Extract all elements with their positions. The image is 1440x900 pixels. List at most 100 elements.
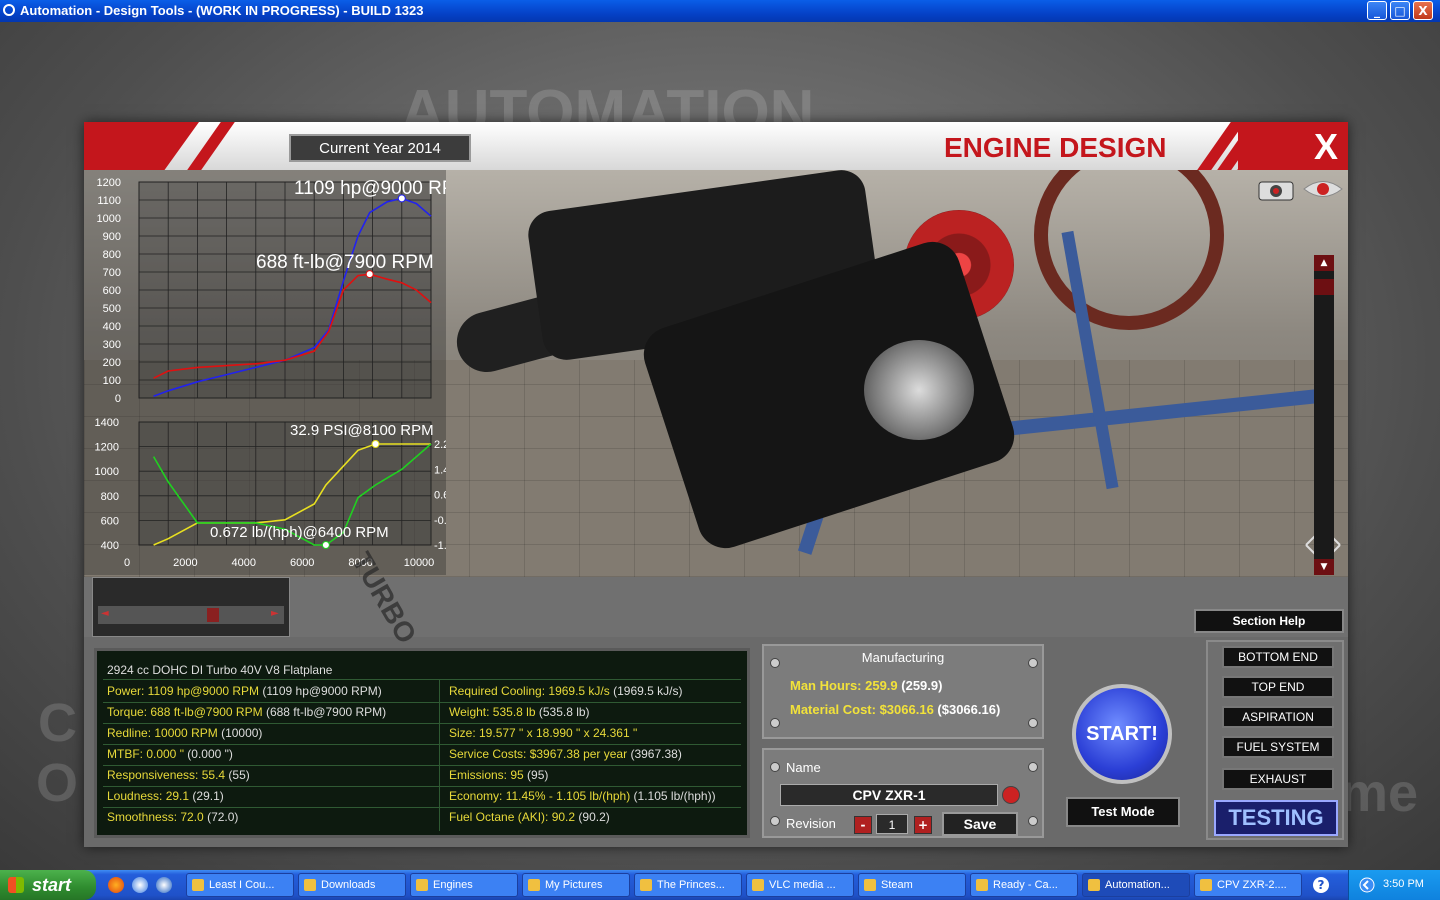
stat-row-right: Service Costs: $3967.38 per year (3967.3… [449,747,682,761]
divider [103,723,741,724]
taskbar-item[interactable]: Steam [858,873,966,897]
taskbar-item[interactable]: VLC media ... [746,873,854,897]
revision-value: 1 [876,814,908,834]
save-button[interactable]: Save [942,812,1018,836]
engine-stats-panel: 2924 cc DOHC DI Turbo 40V V8 Flatplane P… [94,648,750,838]
eye-icon[interactable] [1302,176,1344,202]
taskbar-item-label: The Princes... [657,879,725,891]
dyno-chart-panel: 1200 1100 1000 900 800 700 600 500 400 300 200 100 0… [84,170,471,575]
slider-track[interactable] [98,606,284,624]
section-fuel-system[interactable]: FUEL SYSTEM [1222,736,1334,758]
y-tick-label-left: 800 [101,491,119,503]
maximize-button[interactable]: □ [1390,1,1410,20]
slider-knob[interactable] [207,608,219,622]
test-mode-button[interactable]: Test Mode [1066,797,1180,827]
y-tick-label: 1000 [97,213,121,225]
taskbar-item[interactable]: Ready - Ca... [970,873,1078,897]
stat-label: Smoothness: 72.0 [107,810,204,824]
zoom-thumb[interactable] [1314,279,1334,295]
turbocharger [864,340,974,440]
stat-label: Loudness: 29.1 [107,789,190,803]
taskbar-item[interactable]: Downloads [298,873,406,897]
x-tick-label: 4000 [232,557,256,569]
x-tick-label: 2000 [173,557,197,569]
bolt-icon [1028,816,1038,826]
slider-right-arrow[interactable]: ► [271,608,279,619]
window-titlebar[interactable]: Automation - Design Tools - (WORK IN PRO… [0,0,1440,22]
dyno-charts: 1200110010009008007006005004003002001000… [95,177,471,569]
taskbar-item[interactable]: My Pictures [522,873,630,897]
section-aspiration[interactable]: ASPIRATION [1222,706,1334,728]
bolt-icon [1028,718,1038,728]
stat-label: Service Costs: $3967.38 per year [449,747,628,761]
stat-row-left: Responsiveness: 55.4 (55) [107,768,250,782]
bolt-icon [770,658,780,668]
window-title: Automation - Design Tools - (WORK IN PRO… [20,3,424,18]
ie-icon[interactable] [132,877,148,893]
taskbar-item[interactable]: Engines [410,873,518,897]
zoom-up-arrow[interactable]: ▲ [1314,255,1334,271]
taskbar-item-label: Engines [433,879,473,891]
section-top-end[interactable]: TOP END [1222,676,1334,698]
y-tick-label-left: 1400 [95,417,119,429]
stat-value: (688 ft-lb@7900 RPM) [262,705,387,719]
stat-label: Economy: 11.45% - 1.105 lb/(hph) [449,789,631,803]
taskbar-item[interactable]: CPV ZXR-2.... [1194,873,1302,897]
taskbar-item[interactable]: The Princes... [634,873,742,897]
revision-decrement-button[interactable]: - [854,816,872,834]
taskbar-item-label: My Pictures [545,879,603,891]
economy-peak-annotation: 0.672 lb/(hph)@6400 RPM [210,524,389,541]
stat-row-right: Fuel Octane (AKI): 90.2 (90.2) [449,810,610,824]
section-nav: BOTTOM END TOP END ASPIRATION FUEL SYSTE… [1206,640,1344,840]
clear-name-button[interactable] [1002,786,1020,804]
control-strip: ◄ ► [84,577,1348,637]
revision-increment-button[interactable]: + [914,816,932,834]
stat-value: (0.000 ") [183,747,233,761]
y-tick-label: 900 [103,231,121,243]
help-icon[interactable]: ? [1313,877,1329,893]
task-app-icon [1088,879,1100,891]
stat-label: Responsiveness: 55.4 [107,768,226,782]
watermark-left-bottom: O [36,753,79,813]
section-exhaust[interactable]: EXHAUST [1222,768,1334,790]
x-tick-label: 10000 [404,557,435,569]
stat-label: Size: 19.577 " x 18.990 " x 24.361 " [449,726,638,740]
task-app-icon [304,879,316,891]
y-tick-label: 100 [103,375,121,387]
stat-row-left: Power: 1109 hp@9000 RPM (1109 hp@9000 RP… [107,684,382,698]
taskbar: start Least I Cou... Downloads Engines My P… [0,870,1440,900]
engine-name-input[interactable] [780,784,998,806]
start-button[interactable]: START! [1072,684,1172,784]
camera-icon[interactable] [1256,176,1296,202]
setting-slider[interactable]: ◄ ► [92,577,290,637]
watermark-right: me [1340,763,1419,823]
y-tick-label: 300 [103,339,121,351]
y-tick-label-left: 400 [101,540,119,552]
stat-value: (10000) [217,726,263,740]
slider-left-arrow[interactable]: ◄ [101,608,109,619]
stat-value: (3967.38) [627,747,682,761]
engine-design-panel: Current Year 2014 ENGINE DESIGN X ▲ ▼ 12… [84,122,1348,847]
taskbar-item-label: Least I Cou... [209,879,275,891]
stat-value: (90.2) [575,810,610,824]
y-tick-label-left: 1200 [95,442,119,454]
media-player-icon[interactable] [156,877,172,893]
section-testing[interactable]: TESTING [1214,800,1338,836]
taskbar-item[interactable]: Least I Cou... [186,873,294,897]
minimize-button[interactable]: _ [1367,1,1387,20]
y-tick-label: 1200 [97,177,121,189]
tray-arrow-icon[interactable] [1359,877,1375,893]
start-menu-button[interactable]: start [0,870,96,900]
zoom-scrollbar[interactable]: ▲ ▼ [1314,255,1334,575]
section-help-button[interactable]: Section Help [1194,609,1344,633]
header-stripe [187,122,235,170]
stat-label: MTBF: 0.000 " [107,747,184,761]
taskbar-item[interactable]: Automation... [1082,873,1190,897]
zoom-down-arrow[interactable]: ▼ [1314,559,1334,575]
revision-label: Revision [786,816,836,831]
y-tick-label-left: 600 [101,515,119,527]
section-bottom-end[interactable]: BOTTOM END [1222,646,1334,668]
firefox-icon[interactable] [108,877,124,893]
window-close-button[interactable]: X [1413,1,1433,20]
panel-close-button[interactable]: X [1314,126,1338,168]
